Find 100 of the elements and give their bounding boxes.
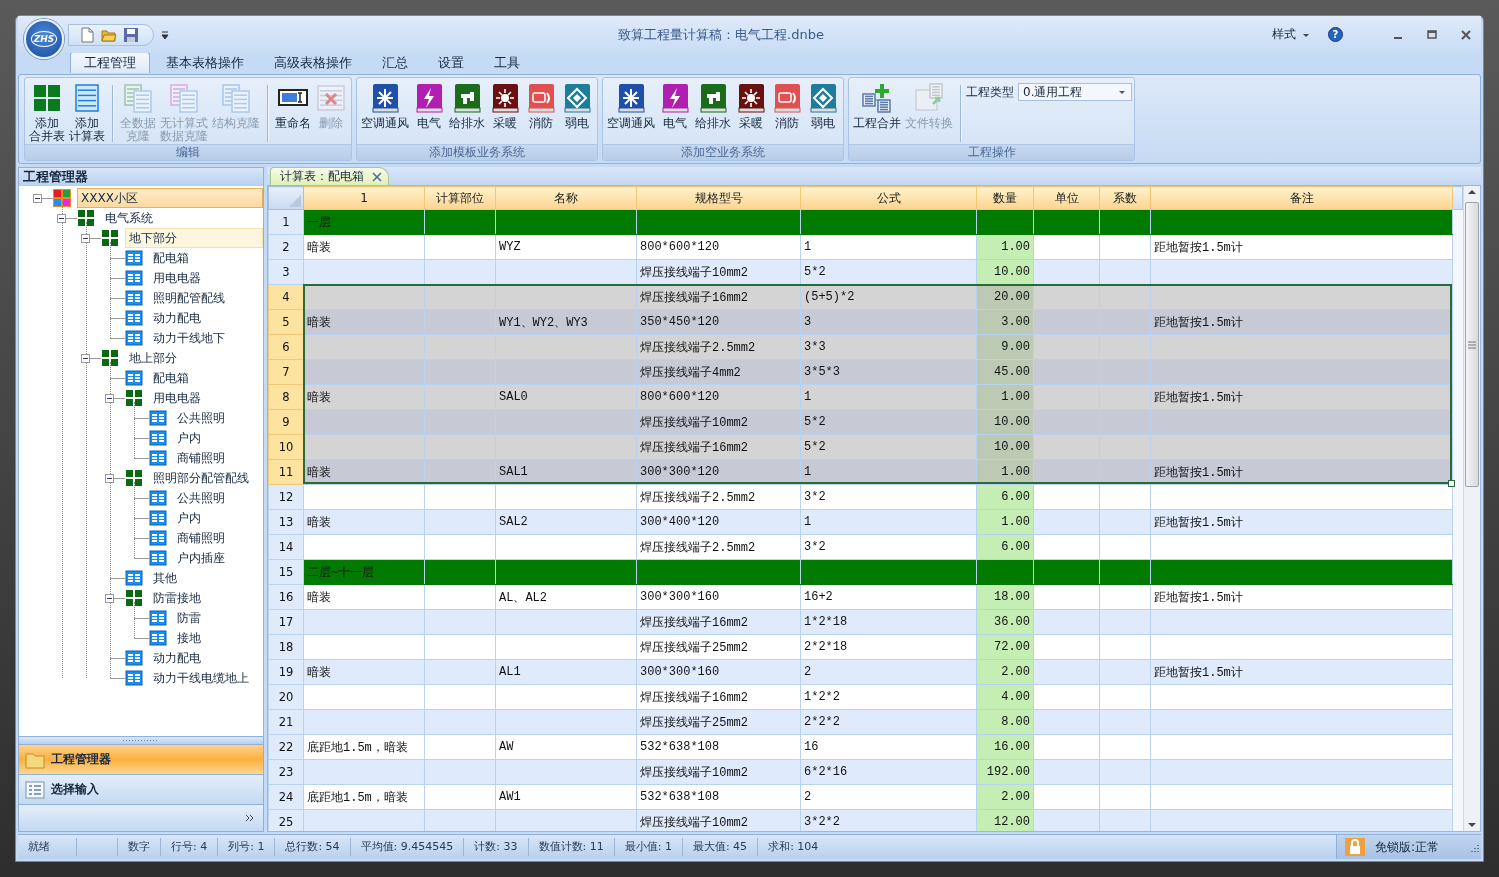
ribbon-button[interactable]: 弱电	[805, 81, 841, 131]
tree-item[interactable]: 动力干线电缆地上	[149, 668, 263, 688]
new-document-icon[interactable]	[79, 26, 95, 43]
customize-icon[interactable]	[160, 29, 170, 40]
vertical-scrollbar[interactable]	[1463, 186, 1480, 831]
collapse-icon[interactable]	[81, 353, 90, 363]
tree-item[interactable]: 地下部分	[125, 228, 263, 248]
ribbon-tab[interactable]: 高级表格操作	[260, 52, 366, 73]
ribbon-button[interactable]: 给排水	[693, 81, 733, 131]
ribbon-button[interactable]: 消防	[769, 81, 805, 131]
collapse-icon[interactable]	[105, 393, 114, 403]
ribbon-tab[interactable]: 汇总	[368, 52, 422, 73]
row-number[interactable]: 20	[268, 684, 304, 710]
row-number[interactable]: 25	[268, 809, 304, 831]
column-header[interactable]: 备注	[1150, 186, 1453, 210]
row-number[interactable]: 23	[268, 759, 304, 785]
row-number[interactable]: 16	[268, 584, 304, 610]
row-number[interactable]: 6	[268, 334, 304, 360]
scroll-thumb[interactable]	[1465, 202, 1479, 487]
project-type-dropdown[interactable]: 0.通用工程	[1018, 83, 1132, 101]
row-number[interactable]: 4	[268, 284, 304, 310]
tree-item[interactable]: 照明配管配线	[149, 288, 263, 308]
ribbon-button[interactable]: 空调通风	[605, 81, 657, 131]
ribbon-tab[interactable]: 设置	[424, 52, 478, 73]
nav-pane-button[interactable]: 工程管理器	[19, 744, 263, 774]
tree-item[interactable]: 商铺照明	[173, 448, 263, 468]
row-number[interactable]: 8	[268, 384, 304, 410]
collapse-icon[interactable]	[81, 233, 90, 243]
close-icon[interactable]	[1459, 27, 1473, 42]
nav-pane-button[interactable]: 选择输入	[19, 774, 263, 804]
tree-item[interactable]: 地上部分	[125, 348, 263, 368]
tree-item[interactable]: 电气系统	[101, 208, 263, 228]
ribbon-tab[interactable]: 工程管理	[70, 52, 150, 73]
ribbon-tab[interactable]: 工具	[480, 52, 534, 73]
row-number[interactable]: 3	[268, 259, 304, 285]
column-header[interactable]: 公式	[800, 186, 977, 210]
ribbon-button[interactable]: 工程合并	[851, 81, 903, 131]
style-menu[interactable]: 样式	[1272, 26, 1310, 43]
column-header[interactable]: 计算部位	[424, 186, 496, 210]
row-number[interactable]: 11	[268, 459, 304, 485]
tree-item[interactable]: 动力配电	[149, 308, 263, 328]
row-number[interactable]: 2	[268, 234, 304, 260]
row-number[interactable]: 15	[268, 559, 304, 585]
row-number[interactable]: 12	[268, 484, 304, 510]
ribbon-button[interactable]: 电气	[411, 81, 447, 131]
close-icon[interactable]	[372, 171, 382, 182]
row-number[interactable]: 21	[268, 709, 304, 735]
sheet-tab[interactable]: 计算表：配电箱	[270, 167, 389, 185]
maximize-icon[interactable]	[1425, 27, 1439, 42]
ribbon-button[interactable]: 消防	[523, 81, 559, 131]
collapse-icon[interactable]	[105, 473, 114, 483]
column-header[interactable]: 名称	[495, 186, 637, 210]
tree-item[interactable]: 照明部分配管配线	[149, 468, 263, 488]
tree-item[interactable]: 接地	[173, 628, 263, 648]
ribbon-tab[interactable]: 基本表格操作	[152, 52, 258, 73]
row-number[interactable]: 5	[268, 309, 304, 335]
row-number[interactable]: 17	[268, 609, 304, 635]
row-number[interactable]: 13	[268, 509, 304, 535]
collapse-icon[interactable]	[57, 213, 66, 223]
column-header[interactable]: 系数	[1099, 186, 1151, 210]
tree-item[interactable]: 动力干线地下	[149, 328, 263, 348]
column-header[interactable]: 规格型号	[636, 186, 801, 210]
tree-item[interactable]: 配电箱	[149, 368, 263, 388]
ribbon-button[interactable]: 采暖	[733, 81, 769, 131]
row-number[interactable]: 1	[268, 209, 304, 235]
column-header[interactable]: 数量	[976, 186, 1034, 210]
row-number[interactable]: 7	[268, 359, 304, 385]
tree-item[interactable]: 公共照明	[173, 488, 263, 508]
tree-item[interactable]: 动力配电	[149, 648, 263, 668]
column-header[interactable]: 1	[303, 186, 425, 210]
tree-item[interactable]: 户内	[173, 508, 263, 528]
row-number[interactable]: 10	[268, 434, 304, 460]
tree-item[interactable]: 户内	[173, 428, 263, 448]
ribbon-button[interactable]: 采暖	[487, 81, 523, 131]
tree-item[interactable]: 其他	[149, 568, 263, 588]
tree-item[interactable]: 用电电器	[149, 388, 263, 408]
ribbon-button[interactable]: 电气	[657, 81, 693, 131]
ribbon-button[interactable]: 添加 合并表	[27, 81, 67, 144]
tree-item[interactable]: 防雷	[173, 608, 263, 628]
column-header[interactable]: 单位	[1033, 186, 1100, 210]
row-number[interactable]: 18	[268, 634, 304, 660]
save-icon[interactable]	[123, 26, 139, 43]
app-button[interactable]: ZHS	[24, 18, 64, 59]
row-number[interactable]: 9	[268, 409, 304, 435]
ribbon-button[interactable]: 空调通风	[359, 81, 411, 131]
tree-item[interactable]: 公共照明	[173, 408, 263, 428]
help-button[interactable]: ?	[1328, 27, 1343, 42]
collapse-icon[interactable]	[105, 593, 114, 603]
ribbon-button[interactable]: 给排水	[447, 81, 487, 131]
tree-item[interactable]: 用电电器	[149, 268, 263, 288]
tree-item[interactable]: 商铺照明	[173, 528, 263, 548]
tree-item[interactable]: 防雷接地	[149, 588, 263, 608]
ribbon-button[interactable]: 重命名	[273, 81, 313, 131]
tree-item[interactable]: 户内插座	[173, 548, 263, 568]
row-number[interactable]: 19	[268, 659, 304, 685]
chevron-icon[interactable]	[245, 813, 255, 823]
row-number[interactable]: 24	[268, 784, 304, 810]
ribbon-button[interactable]: 添加 计算表	[67, 81, 107, 144]
row-number[interactable]: 22	[268, 734, 304, 760]
collapse-icon[interactable]	[33, 193, 42, 203]
